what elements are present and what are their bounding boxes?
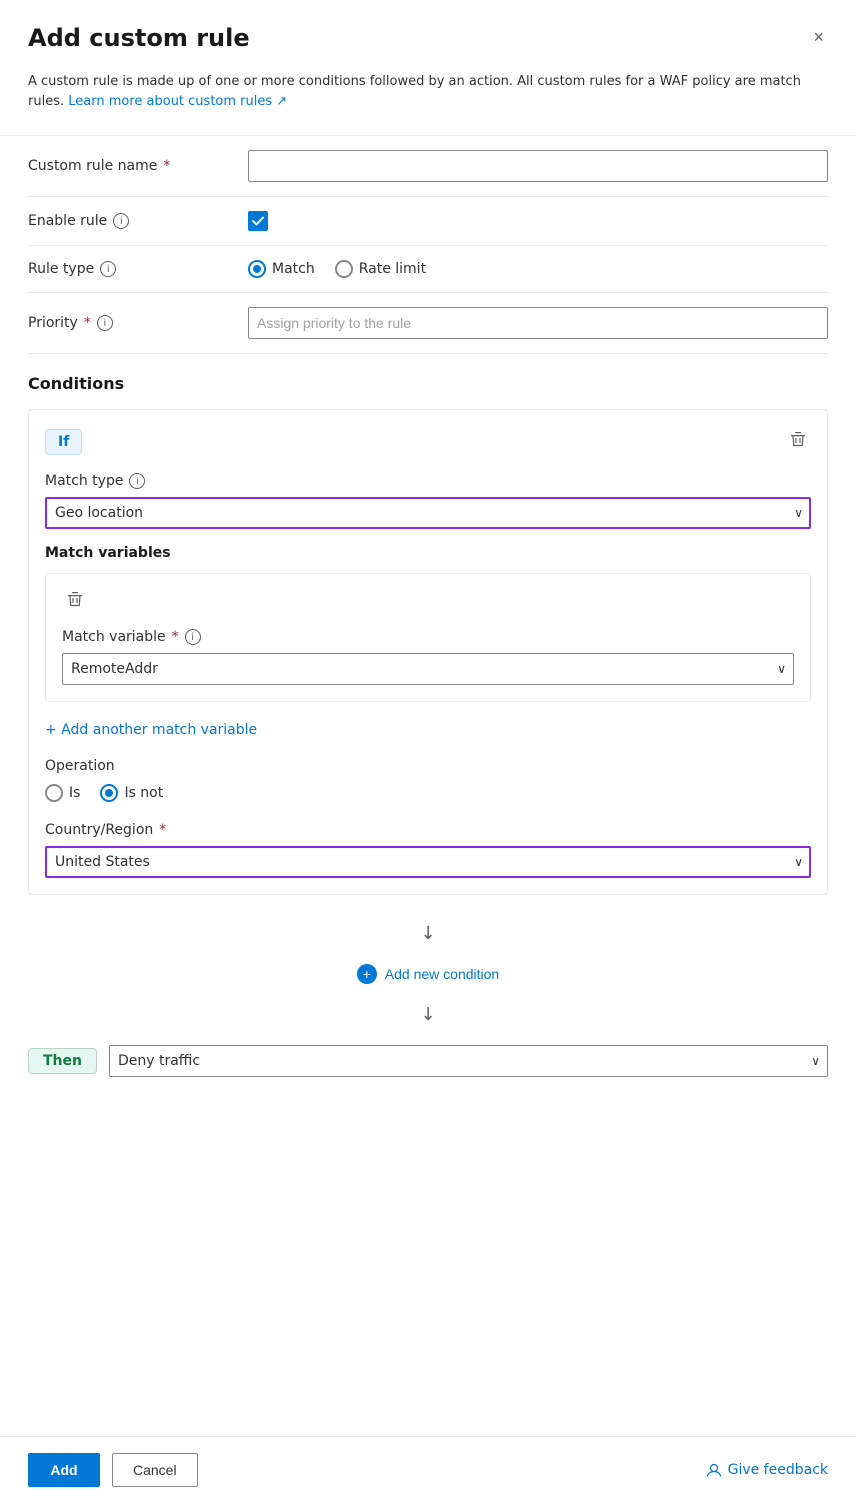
rate-limit-radio-label: Rate limit <box>359 261 426 277</box>
arrow-down-2: ↓ <box>28 992 828 1037</box>
match-variables-title: Match variables <box>45 545 811 561</box>
trash-icon <box>789 430 807 448</box>
enable-rule-label: Enable rule i <box>28 213 248 229</box>
enable-rule-control <box>248 211 828 231</box>
is-not-radio-label: Is not <box>124 785 163 801</box>
match-radio-outer <box>248 260 266 278</box>
condition-header: If <box>45 426 811 457</box>
add-condition-icon: + <box>357 964 377 984</box>
rule-type-info-icon[interactable]: i <box>100 261 116 277</box>
priority-control <box>248 307 828 339</box>
then-badge: Then <box>28 1048 97 1074</box>
delete-match-variable-button[interactable] <box>62 586 88 617</box>
condition-block: If Match type i Geo location ∨ <box>28 409 828 895</box>
add-button[interactable]: Add <box>28 1453 100 1487</box>
match-variable-dropdown-wrapper: RemoteAddr ∨ <box>62 653 794 685</box>
if-badge: If <box>45 429 82 455</box>
operation-is-not-option[interactable]: Is not <box>100 784 163 802</box>
custom-rule-name-label: Custom rule name * <box>28 158 248 174</box>
add-condition-button[interactable]: + Add new condition <box>28 956 828 992</box>
delete-condition-button[interactable] <box>785 426 811 457</box>
country-required: * <box>159 822 166 838</box>
rule-type-match-option[interactable]: Match <box>248 260 315 278</box>
dialog-footer: Add Cancel Give feedback <box>0 1436 856 1503</box>
match-type-dropdown-wrapper: Geo location ∨ <box>45 497 811 529</box>
rule-type-rate-limit-option[interactable]: Rate limit <box>335 260 426 278</box>
rule-type-control: Match Rate limit <box>248 260 828 278</box>
match-radio-label: Match <box>272 261 315 277</box>
match-variable-label: Match variable * i <box>62 629 794 645</box>
match-type-dropdown[interactable]: Geo location <box>45 497 811 529</box>
arrow-down-1: ↓ <box>28 911 828 956</box>
add-condition-label: Add new condition <box>385 966 499 982</box>
give-feedback-link[interactable]: Give feedback <box>706 1462 828 1478</box>
conditions-section-title: Conditions <box>28 354 828 409</box>
match-variable-card-header <box>62 586 794 617</box>
enable-rule-checkbox-wrapper <box>248 211 828 231</box>
checkmark-icon <box>252 215 264 227</box>
dialog-title: Add custom rule <box>28 24 250 52</box>
country-region-dropdown-wrapper: United States ∨ <box>45 846 811 878</box>
close-button[interactable]: × <box>809 24 828 50</box>
learn-more-link[interactable]: Learn more about custom rules ↗ <box>68 94 287 109</box>
operation-radio-group: Is Is not <box>45 784 811 802</box>
is-not-radio-outer <box>100 784 118 802</box>
custom-rule-name-input[interactable] <box>248 150 828 182</box>
match-variable-required: * <box>172 629 179 645</box>
is-not-radio-inner <box>105 789 113 797</box>
match-type-label: Match type i <box>45 473 811 489</box>
priority-input[interactable] <box>248 307 828 339</box>
cancel-button[interactable]: Cancel <box>112 1453 198 1487</box>
custom-rule-name-control <box>248 150 828 182</box>
priority-label: Priority * i <box>28 315 248 331</box>
dialog-header: Add custom rule × <box>28 24 828 52</box>
required-marker: * <box>163 158 170 174</box>
priority-info-icon[interactable]: i <box>97 315 113 331</box>
country-region-section: Country/Region * United States ∨ <box>45 822 811 878</box>
custom-rule-name-row: Custom rule name * <box>28 136 828 197</box>
feedback-icon <box>706 1462 722 1478</box>
enable-rule-info-icon[interactable]: i <box>113 213 129 229</box>
match-type-info-icon[interactable]: i <box>129 473 145 489</box>
country-region-label: Country/Region * <box>45 822 811 838</box>
match-variable-card: Match variable * i RemoteAddr ∨ <box>45 573 811 702</box>
rule-type-label: Rule type i <box>28 261 248 277</box>
footer-actions: Add Cancel <box>28 1453 198 1487</box>
operation-label: Operation <box>45 758 811 774</box>
enable-rule-row: Enable rule i <box>28 197 828 246</box>
priority-row: Priority * i <box>28 293 828 354</box>
enable-rule-checkbox[interactable] <box>248 211 268 231</box>
then-action-dropdown-wrapper: Deny traffic ∨ <box>109 1045 828 1077</box>
add-custom-rule-dialog: Add custom rule × A custom rule is made … <box>0 0 856 1503</box>
operation-section: Operation Is Is not <box>45 758 811 802</box>
rule-type-row: Rule type i Match Rate limit <box>28 246 828 293</box>
match-variables-section: Match variables Match variable <box>45 545 811 738</box>
is-radio-outer <box>45 784 63 802</box>
add-match-variable-link[interactable]: + Add another match variable <box>45 722 257 738</box>
rule-type-radio-group: Match Rate limit <box>248 260 828 278</box>
match-variable-info-icon[interactable]: i <box>185 629 201 645</box>
match-radio-inner <box>253 265 261 273</box>
country-region-dropdown[interactable]: United States <box>45 846 811 878</box>
is-radio-label: Is <box>69 785 80 801</box>
priority-required-marker: * <box>84 315 91 331</box>
then-action-dropdown[interactable]: Deny traffic <box>109 1045 828 1077</box>
match-var-trash-icon <box>66 590 84 608</box>
description-text: A custom rule is made up of one or more … <box>28 72 828 111</box>
operation-is-option[interactable]: Is <box>45 784 80 802</box>
then-row: Then Deny traffic ∨ <box>28 1045 828 1077</box>
match-variable-dropdown[interactable]: RemoteAddr <box>62 653 794 685</box>
rate-limit-radio-outer <box>335 260 353 278</box>
